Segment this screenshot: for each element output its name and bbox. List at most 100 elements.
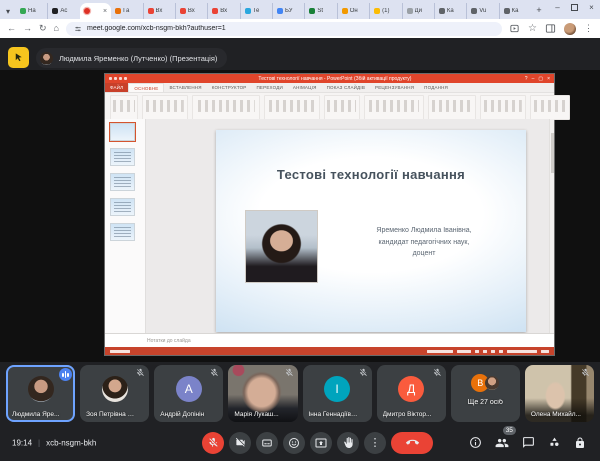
- tab-favicon: [84, 8, 90, 14]
- participant-avatar: [102, 376, 128, 402]
- tab-favicon: [180, 8, 186, 14]
- meeting-details-button[interactable]: [469, 436, 482, 449]
- overflow-avatars: В: [471, 374, 499, 392]
- reload-icon[interactable]: ↻: [39, 24, 47, 33]
- people-button[interactable]: 35: [495, 436, 509, 450]
- quick-access-toolbar[interactable]: [105, 77, 145, 80]
- forward-icon[interactable]: →: [23, 24, 32, 33]
- slide-thumbnail[interactable]: [110, 223, 135, 241]
- slide-thumbnail[interactable]: [110, 173, 135, 191]
- browser-tab[interactable]: Vu ×: [466, 3, 498, 19]
- browser-tab[interactable]: Он ×: [337, 3, 369, 19]
- browser-tab[interactable]: Вх ×: [175, 3, 207, 19]
- tab-favicon: [504, 8, 510, 14]
- browser-tab[interactable]: ×: [80, 3, 111, 19]
- ribbon-tab[interactable]: РЕЦЕНЗУВАННЯ: [370, 83, 419, 92]
- tab-label: На: [28, 8, 43, 14]
- reactions-button[interactable]: [283, 432, 305, 454]
- tab-label: Ка: [512, 8, 527, 14]
- annotation-tool-icon[interactable]: [8, 47, 29, 68]
- more-options-button[interactable]: ⋮: [364, 432, 386, 454]
- tab-close-icon[interactable]: ×: [103, 8, 107, 15]
- camera-button[interactable]: [229, 432, 251, 454]
- ribbon-tab[interactable]: ВСТАВЛЕННЯ: [164, 83, 206, 92]
- tab-favicon: [115, 8, 121, 14]
- ppt-window-controls[interactable]: ?–▢×: [525, 76, 554, 82]
- participant-tile[interactable]: В Ще 27 осіб: [451, 365, 520, 422]
- side-panel-icon[interactable]: [545, 23, 556, 34]
- back-icon[interactable]: ←: [7, 24, 16, 33]
- browser-menu-icon[interactable]: ⋮: [584, 24, 593, 33]
- ribbon-tab[interactable]: ПОКАЗ СЛАЙДІВ: [322, 83, 370, 92]
- browser-tab[interactable]: Ка ×: [499, 3, 531, 19]
- browser-tab[interactable]: Ка ×: [434, 3, 466, 19]
- filmstrip: Людмила Яре... Зоя Петрівна Х... А Андрі…: [0, 365, 600, 422]
- participant-tile[interactable]: Зоя Петрівна Х...: [80, 365, 149, 422]
- presenter-pill[interactable]: Людмила Яременко (Лутченко) (Презентація…: [36, 48, 227, 68]
- mic-button[interactable]: [202, 432, 224, 454]
- tab-favicon: [439, 8, 445, 14]
- participant-tile[interactable]: Д Дмитро Віктор...: [377, 365, 446, 422]
- browser-tab[interactable]: Вх ×: [207, 3, 239, 19]
- ribbon-group: [110, 95, 138, 120]
- participant-avatar: А: [176, 376, 202, 402]
- home-icon[interactable]: ⌂: [54, 24, 59, 33]
- slide-thumbnail[interactable]: [110, 123, 135, 141]
- mic-off-icon: [433, 368, 442, 377]
- participant-tile[interactable]: А Андрій Допінін: [154, 365, 223, 422]
- divider: |: [38, 438, 40, 447]
- ribbon-tab[interactable]: ФАЙЛ: [105, 83, 128, 92]
- tab-strip: ▾ На × Ас × × Га × Вх × Вх × Вх × Те × Б…: [0, 0, 600, 19]
- ribbon-tab[interactable]: ПЕРЕХОДИ: [252, 83, 288, 92]
- captions-icon: [261, 437, 273, 449]
- window-maximize-button[interactable]: [566, 0, 583, 14]
- present-button[interactable]: [310, 432, 332, 454]
- canvas-scrollbar[interactable]: [549, 119, 554, 334]
- ribbon-tab[interactable]: АНІМАЦІЯ: [288, 83, 322, 92]
- browser-tab[interactable]: St ×: [304, 3, 336, 19]
- window-close-button[interactable]: ×: [583, 0, 600, 14]
- new-tab-button[interactable]: +: [531, 5, 547, 15]
- ribbon-group: [142, 95, 188, 120]
- browser-tab[interactable]: Те ×: [240, 3, 272, 19]
- slide-thumbnail[interactable]: [110, 148, 135, 166]
- profile-avatar[interactable]: [564, 23, 576, 35]
- participant-tile[interactable]: І Інна Геннадіївн...: [303, 365, 372, 422]
- raise-hand-button[interactable]: [337, 432, 359, 454]
- tab-label: БУ: [285, 8, 300, 14]
- chat-button[interactable]: [522, 436, 535, 449]
- ribbon-tab[interactable]: ПОДАННЯ: [419, 83, 453, 92]
- tab-favicon: [407, 8, 413, 14]
- ribbon-tab[interactable]: ОСНОВНЕ: [128, 83, 164, 92]
- browser-tab[interactable]: БУ ×: [272, 3, 304, 19]
- info-icon: [469, 436, 482, 449]
- participant-tile[interactable]: Марія Лукаш...: [228, 365, 297, 422]
- participant-tile[interactable]: Людмила Яре...: [6, 365, 75, 422]
- browser-tab[interactable]: Ди ×: [402, 3, 434, 19]
- browser-tab[interactable]: Ас ×: [47, 3, 79, 19]
- browser-tab[interactable]: На ×: [16, 3, 47, 19]
- site-settings-icon[interactable]: [74, 25, 82, 33]
- host-controls-button[interactable]: [574, 437, 586, 449]
- tab-search-icon[interactable]: ▾: [0, 4, 16, 19]
- screen-share-region: Тестові технології навчання - PowerPoint…: [0, 70, 600, 362]
- ppt-main: Тестові технології навчання Яременко Люд…: [105, 119, 554, 334]
- ribbon-tab-list: ФАЙЛОСНОВНЕВСТАВЛЕННЯКОНСТРУКТОРПЕРЕХОДИ…: [105, 83, 554, 93]
- chat-icon: [522, 436, 535, 449]
- slide-thumbnail[interactable]: [110, 198, 135, 216]
- tab-label: Вх: [220, 8, 235, 14]
- end-call-button[interactable]: [391, 432, 433, 454]
- slide[interactable]: Тестові технології навчання Яременко Люд…: [216, 130, 526, 332]
- browser-tab[interactable]: Га ×: [111, 3, 142, 19]
- captions-button[interactable]: [256, 432, 278, 454]
- browser-tab[interactable]: (1) ×: [369, 3, 401, 19]
- browser-tab[interactable]: Вх ×: [143, 3, 175, 19]
- ribbon-tab[interactable]: КОНСТРУКТОР: [207, 83, 252, 92]
- address-bar[interactable]: meet.google.com/xcb-nsgm-bkh?authuser=1: [66, 22, 502, 36]
- media-controls-icon[interactable]: [509, 23, 520, 34]
- window-minimize-button[interactable]: –: [549, 0, 566, 14]
- participant-tile[interactable]: Олена Михайл...: [525, 365, 594, 422]
- bookmark-star-icon[interactable]: ☆: [528, 24, 537, 34]
- notes-pane[interactable]: Нотатки до слайда: [105, 333, 554, 347]
- activities-button[interactable]: [548, 436, 561, 449]
